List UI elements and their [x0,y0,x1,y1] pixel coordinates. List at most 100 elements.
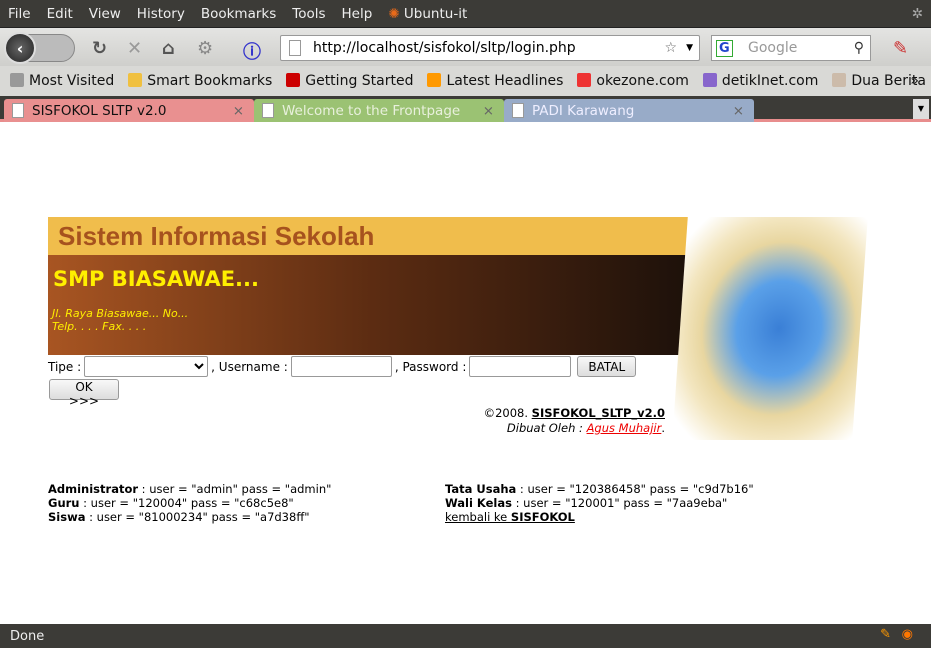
batal-button[interactable]: BATAL [577,356,637,377]
tab[interactable]: SISFOKOL SLTP v2.0 × [4,99,254,122]
account-role: Siswa [48,510,86,524]
bookmarks-toolbar: Most Visited Smart Bookmarks Getting Start… [0,66,931,96]
tab-page-icon [512,103,524,118]
reload-icon[interactable]: ↻ [92,38,107,59]
back-link-bold: SISFOKOL [510,510,575,524]
tab-list-button[interactable]: ▼ [913,99,929,119]
account-role: Tata Usaha [445,482,517,496]
tab-label: SISFOKOL SLTP v2.0 [32,102,167,119]
school-header: SMP BIASAWAE... Jl. Raya Biasawae... No.… [48,255,698,355]
bookmark-icon [286,73,301,87]
close-tab-icon[interactable]: × [483,103,494,119]
addon-icon[interactable]: ⚙ [197,38,213,59]
bookmark-label: Getting Started [305,73,414,89]
menu-ubuntu-label: Ubuntu-it [403,5,468,22]
account-line: Guru : user = "120004" pass = "c68c5e8" [48,496,331,510]
tab-label: Welcome to the Frontpage [282,102,461,119]
menu-help[interactable]: Help [342,6,373,22]
google-icon[interactable]: G [716,39,733,57]
star-icon[interactable]: ☆ [664,40,677,56]
menu-ubuntu-it[interactable]: ✺ Ubuntu-it [388,6,467,22]
bookmark-icon [10,73,24,87]
firefox-icon[interactable]: ◉ [902,627,913,642]
account-credentials: : user = "admin" pass = "admin" [138,482,332,496]
bookmark-item[interactable]: okezone.com [577,73,689,89]
close-tab-icon[interactable]: × [233,103,244,119]
tab-page-icon [262,103,274,118]
close-tab-icon[interactable]: × [733,103,744,119]
ubuntu-icon: ✺ [388,5,400,22]
menu-bookmarks[interactable]: Bookmarks [201,6,276,22]
account-line: Tata Usaha : user = "120386458" pass = "… [445,482,754,496]
menu-bar: File Edit View History Bookmarks Tools H… [0,0,931,27]
home-icon[interactable]: ⌂ [162,38,175,59]
page-icon [289,40,301,56]
credits: ©2008. SISFOKOL_SLTP_v2.0 Dibuat Oleh : … [483,406,665,435]
bookmark-icon [832,73,847,87]
tipe-select[interactable] [84,356,209,377]
menu-tools[interactable]: Tools [292,6,325,22]
app-name-link[interactable]: SISFOKOL_SLTP_v2.0 [532,406,665,420]
bookmark-item[interactable]: Latest Headlines [427,73,563,89]
account-role: Administrator [48,482,139,496]
accounts-left: Administrator : user = "admin" pass = "a… [48,482,331,524]
menu-view[interactable]: View [89,6,121,22]
banner-image [672,217,868,440]
stop-icon[interactable]: ✕ [127,38,142,59]
menu-history[interactable]: History [137,6,185,22]
bookmark-item[interactable]: Getting Started [286,73,413,89]
username-label: , Username : [211,359,288,374]
menu-edit[interactable]: Edit [47,6,73,22]
bookmark-item[interactable]: Most Visited [10,73,114,89]
bookmark-label: okezone.com [596,73,689,89]
bookmark-icon [577,73,592,87]
school-name: SMP BIASAWAE... [53,267,259,291]
login-form: Tipe : , Username : , Password : BATAL [48,356,637,377]
url-bar[interactable]: http://localhost/sisfokol/sltp/login.php… [280,35,700,61]
back-link[interactable]: kembali ke SISFOKOL [445,510,754,524]
password-label: , Password : [394,359,467,374]
account-credentials: : user = "120004" pass = "c68c5e8" [79,496,294,510]
bookmarks-overflow-icon[interactable]: » [910,73,919,89]
tipe-label: Tipe : [48,359,82,374]
tab[interactable]: PADI Karawang × [504,99,754,122]
url-dropdown-icon[interactable]: ▼ [686,43,693,53]
bookmark-icon [702,73,717,87]
made-by-label: Dibuat Oleh : [506,421,583,435]
addon-status-icon[interactable]: ✎ [880,627,891,642]
search-icon[interactable]: ⚲ [854,40,864,56]
search-placeholder: Google [748,40,798,56]
tab-page-icon [12,103,24,118]
bookmark-label: Smart Bookmarks [147,73,273,89]
page-content: Sistem Informasi Sekolah SMP BIASAWAE...… [0,122,931,624]
back-button[interactable]: ‹ [4,32,36,64]
accounts-right: Tata Usaha : user = "120386458" pass = "… [445,482,754,524]
username-input[interactable] [290,356,392,377]
bookmark-icon [128,73,143,87]
bookmark-item[interactable]: detikInet.com [702,73,819,89]
account-line: Administrator : user = "admin" pass = "a… [48,482,331,496]
bookmark-label: detikInet.com [721,73,819,89]
account-credentials: : user = "81000234" pass = "a7d38ff" [85,510,310,524]
account-role: Guru [48,496,80,510]
password-input[interactable] [469,356,572,377]
menu-file[interactable]: File [8,6,31,22]
bookmark-icon [427,73,442,87]
ok-button[interactable]: OK >>> [49,379,119,408]
bookmark-item[interactable]: Smart Bookmarks [128,73,272,89]
account-line: Wali Kelas : user = "120001" pass = "7aa… [445,496,754,510]
status-bar: Done ✎ ◉ [0,624,931,648]
bookmark-label: Most Visited [29,73,115,89]
tab-bar: ▼ SISFOKOL SLTP v2.0 × Welcome to the Fron… [0,96,931,122]
author-link[interactable]: Agus Muhajir [587,421,662,435]
throbber-icon: ✲ [911,5,923,22]
account-credentials: : user = "120386458" pass = "c9d7b16" [516,482,754,496]
back-text: kembali ke [445,510,511,524]
notification-icon[interactable]: ⓘ [243,38,261,64]
status-text: Done [10,629,45,644]
tab-label: PADI Karawang [532,102,635,119]
banner-title: Sistem Informasi Sekolah [48,217,698,255]
search-input[interactable]: G Google ⚲ [711,35,871,61]
notes-icon[interactable]: ✎ [893,38,908,59]
tab[interactable]: Welcome to the Frontpage × [254,99,504,122]
